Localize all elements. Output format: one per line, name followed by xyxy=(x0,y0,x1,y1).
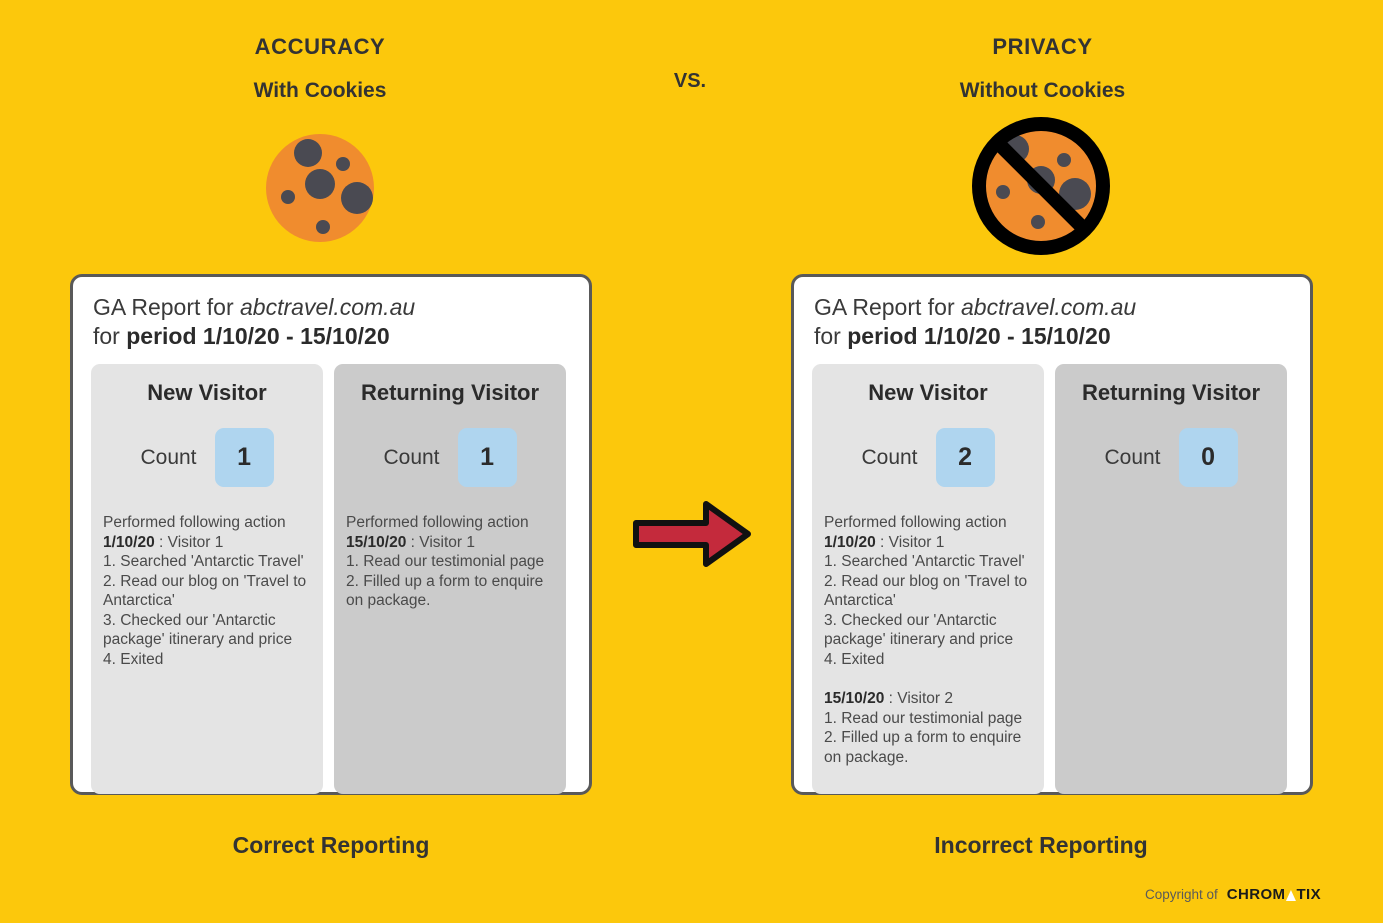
activity-lead: Performed following action xyxy=(824,514,1007,532)
card-title-prefix: GA Report for xyxy=(814,294,962,320)
card-title-prefix: GA Report for xyxy=(93,294,241,320)
right-arrow-icon xyxy=(628,496,756,572)
panel-title: New Visitor xyxy=(147,379,267,405)
count-label: Count xyxy=(861,445,918,469)
card-title-site: abctravel.com.au xyxy=(240,294,416,320)
activity-date: 1/10/20 xyxy=(103,533,155,551)
activity-group: 1/10/20 : Visitor 1 1. Searched 'Antarct… xyxy=(103,533,311,670)
activity-date-line: 1/10/20 : Visitor 1 xyxy=(103,533,311,553)
activity-date-line: 15/10/20 : Visitor 1 xyxy=(346,533,554,553)
panel-returning-visitor: Returning Visitor Count 0 xyxy=(1055,363,1287,794)
activity-step: 2. Filled up a form to enquire on packag… xyxy=(824,729,1022,766)
activity-visitor: : Visitor 1 xyxy=(154,533,224,551)
chromatix-logo: CHROM TIX xyxy=(1227,886,1321,903)
report-card-without-cookies: GA Report for abctravel.com.au for perio… xyxy=(791,274,1313,795)
activity-step: 3. Checked our 'Antarctic package' itine… xyxy=(103,611,293,649)
card-title: GA Report for abctravel.com.au for perio… xyxy=(93,293,571,352)
caption-correct-reporting: Correct Reporting xyxy=(232,832,430,858)
panel-title: New Visitor xyxy=(868,379,988,405)
activity-group: 1/10/20 : Visitor 1 1. Searched 'Antarct… xyxy=(824,533,1032,670)
panels-container: New Visitor Count 1 Performed following … xyxy=(91,363,571,794)
activity-log: Performed following action 15/10/20 : Vi… xyxy=(346,513,554,611)
count-row: Count 0 xyxy=(1067,428,1275,488)
activity-lead: Performed following action xyxy=(346,514,529,532)
left-heading-subtitle: With Cookies xyxy=(253,79,387,103)
activity-step: 1. Read our testimonial page xyxy=(346,553,545,571)
count-value-box: 1 xyxy=(457,428,517,488)
brand-a-glyph xyxy=(1285,890,1296,901)
activity-visitor: : Visitor 1 xyxy=(406,533,475,551)
activity-visitor: : Visitor 1 xyxy=(875,533,945,551)
left-heading-kicker: ACCURACY xyxy=(254,34,386,59)
copyright-text: Copyright of xyxy=(1144,887,1218,902)
cookie-icon xyxy=(264,122,380,248)
card-title-site: abctravel.com.au xyxy=(961,294,1137,320)
no-cookie-icon xyxy=(963,108,1119,264)
right-heading-subtitle: Without Cookies xyxy=(959,79,1126,103)
right-heading-block: PRIVACY Without Cookies xyxy=(815,34,1270,104)
card-title: GA Report for abctravel.com.au for perio… xyxy=(814,293,1292,352)
panel-new-visitor: New Visitor Count 2 Performed following … xyxy=(812,363,1044,794)
count-label: Count xyxy=(1104,445,1161,469)
activity-lead: Performed following action xyxy=(103,514,286,532)
count-row: Count 2 xyxy=(824,428,1032,488)
count-value-box: 0 xyxy=(1178,428,1238,488)
card-title-line2-prefix: for xyxy=(93,323,127,350)
panel-new-visitor: New Visitor Count 1 Performed following … xyxy=(91,363,323,794)
activity-visitor: : Visitor 2 xyxy=(884,690,953,708)
activity-step: 4. Exited xyxy=(103,650,164,668)
activity-date-line: 15/10/20 : Visitor 2 xyxy=(824,689,1032,709)
activity-step: 2. Read our blog on 'Travel to Antarctic… xyxy=(824,572,1028,610)
panel-returning-visitor: Returning Visitor Count 1 Performed foll… xyxy=(334,363,566,794)
footer: Copyright of CHROM TIX xyxy=(1145,886,1321,903)
activity-step: 1. Read our testimonial page xyxy=(824,709,1023,727)
panels-container: New Visitor Count 2 Performed following … xyxy=(812,363,1292,794)
card-title-period: period 1/10/20 - 15/10/20 xyxy=(847,323,1111,350)
count-row: Count 1 xyxy=(346,428,554,488)
activity-step: 2. Read our blog on 'Travel to Antarctic… xyxy=(103,572,307,610)
activity-log: Performed following action 1/10/20 : Vis… xyxy=(103,513,311,669)
activity-date-line: 1/10/20 : Visitor 1 xyxy=(824,533,1032,553)
count-value-box: 2 xyxy=(935,428,995,488)
vs-label: VS. xyxy=(673,70,707,92)
count-row: Count 1 xyxy=(103,428,311,488)
activity-step: 4. Exited xyxy=(824,650,885,668)
card-title-period: period 1/10/20 - 15/10/20 xyxy=(126,323,390,350)
activity-step: 1. Searched 'Antarctic Travel' xyxy=(824,553,1025,571)
caption-incorrect-reporting: Incorrect Reporting xyxy=(934,832,1148,858)
left-heading-block: ACCURACY With Cookies xyxy=(90,34,550,104)
panel-title: Returning Visitor xyxy=(360,379,540,405)
activity-log: Performed following action 1/10/20 : Vis… xyxy=(824,513,1032,767)
activity-step: 2. Filled up a form to enquire on packag… xyxy=(346,572,544,610)
report-card-with-cookies: GA Report for abctravel.com.au for perio… xyxy=(70,274,592,795)
count-label: Count xyxy=(383,445,440,469)
activity-date: 15/10/20 xyxy=(346,533,407,551)
activity-step: 3. Checked our 'Antarctic package' itine… xyxy=(824,611,1014,649)
activity-group: 15/10/20 : Visitor 2 1. Read our testimo… xyxy=(824,689,1032,767)
count-label: Count xyxy=(140,445,197,469)
activity-date: 15/10/20 xyxy=(824,690,885,708)
activity-date: 1/10/20 xyxy=(824,533,876,551)
card-title-line2-prefix: for xyxy=(814,323,848,350)
activity-group: 15/10/20 : Visitor 1 1. Read our testimo… xyxy=(346,533,554,611)
brand-part-2: TIX xyxy=(1296,886,1321,903)
panel-title: Returning Visitor xyxy=(1081,379,1261,405)
count-value-box: 1 xyxy=(214,428,274,488)
brand-part-1: CHROM xyxy=(1226,886,1286,903)
right-heading-kicker: PRIVACY xyxy=(992,34,1093,59)
activity-step: 1. Searched 'Antarctic Travel' xyxy=(103,553,304,571)
